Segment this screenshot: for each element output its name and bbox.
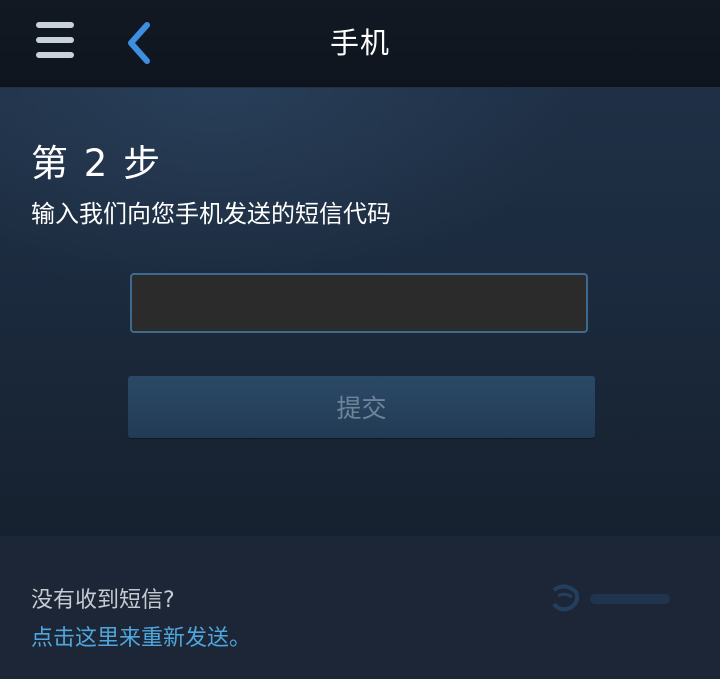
phone-verification-screen: 手机 第 2 步 输入我们向您手机发送的短信代码 提交 没有收到短信? 点击这里… <box>0 0 720 679</box>
verification-panel: 第 2 步 输入我们向您手机发送的短信代码 提交 <box>0 88 720 536</box>
no-sms-question: 没有收到短信? <box>31 588 175 613</box>
top-bar: 手机 <box>0 0 720 88</box>
step-title: 第 2 步 <box>31 142 163 185</box>
watermark-logo-icon <box>550 584 580 612</box>
step-description: 输入我们向您手机发送的短信代码 <box>31 200 391 228</box>
hamburger-menu-icon[interactable] <box>30 20 80 66</box>
page-title: 手机 <box>329 26 390 60</box>
resend-section: 没有收到短信? 点击这里来重新发送。 <box>0 536 720 679</box>
sms-code-input[interactable] <box>130 273 588 333</box>
resend-link[interactable]: 点击这里来重新发送。 <box>31 620 251 652</box>
submit-button[interactable]: 提交 <box>128 376 595 438</box>
watermark-text <box>590 594 670 604</box>
chevron-left-icon[interactable] <box>118 18 164 68</box>
